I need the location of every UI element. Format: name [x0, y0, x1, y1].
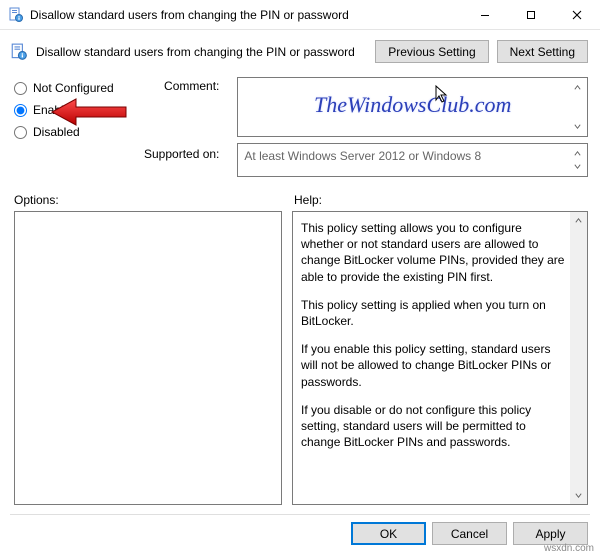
maximize-button[interactable] — [508, 0, 554, 30]
next-setting-button[interactable]: Next Setting — [497, 40, 588, 63]
policy-title: Disallow standard users from changing th… — [36, 45, 367, 59]
supported-label: Supported on: — [144, 147, 219, 181]
radio-enabled-input[interactable] — [14, 104, 27, 117]
supported-value: At least Windows Server 2012 or Windows … — [244, 149, 481, 163]
options-help-labels: Options: Help: — [0, 183, 600, 211]
state-radios: Not Configured Enabled Disabled — [14, 77, 126, 181]
help-label: Help: — [294, 193, 322, 207]
radio-enabled[interactable]: Enabled — [14, 103, 126, 117]
close-button[interactable] — [554, 0, 600, 30]
field-labels: Comment: Supported on: — [144, 77, 219, 181]
radio-not-configured-input[interactable] — [14, 82, 27, 95]
scroll-down-icon[interactable] — [570, 119, 585, 134]
help-paragraph: This policy setting allows you to config… — [301, 220, 565, 285]
radio-disabled-input[interactable] — [14, 126, 27, 139]
apply-button[interactable]: Apply — [513, 522, 588, 545]
help-paragraph: This policy setting is applied when you … — [301, 297, 565, 329]
cancel-button[interactable]: Cancel — [432, 522, 507, 545]
help-paragraph: If you disable or do not configure this … — [301, 402, 565, 451]
options-label: Options: — [14, 193, 294, 207]
radio-not-configured[interactable]: Not Configured — [14, 81, 126, 95]
supported-textbox: At least Windows Server 2012 or Windows … — [237, 143, 588, 177]
options-panel — [14, 211, 282, 505]
scroll-down-icon[interactable] — [570, 487, 587, 504]
config-area: Not Configured Enabled Disabled Comment:… — [0, 73, 600, 183]
window-title: Disallow standard users from changing th… — [30, 8, 462, 22]
help-scrollbar[interactable] — [570, 212, 587, 504]
help-panel: This policy setting allows you to config… — [292, 211, 588, 505]
dialog-footer: OK Cancel Apply — [0, 513, 600, 553]
policy-file-icon — [8, 7, 24, 23]
cursor-icon — [434, 84, 450, 107]
ok-button[interactable]: OK — [351, 522, 426, 545]
radio-enabled-label: Enabled — [33, 103, 77, 117]
options-help-row: This policy setting allows you to config… — [0, 211, 600, 505]
scroll-down-icon[interactable] — [570, 159, 585, 174]
field-inputs: TheWindowsClub.com At least Windows Serv… — [237, 77, 588, 181]
policy-icon — [10, 43, 28, 61]
radio-disabled-label: Disabled — [33, 125, 80, 139]
title-bar: Disallow standard users from changing th… — [0, 0, 600, 30]
scroll-up-icon[interactable] — [570, 80, 585, 95]
help-paragraph: If you enable this policy setting, stand… — [301, 341, 565, 390]
minimize-button[interactable] — [462, 0, 508, 30]
source-caption: wsxdn.com — [544, 543, 594, 554]
scroll-up-icon[interactable] — [570, 212, 587, 229]
comment-label: Comment: — [164, 79, 219, 139]
radio-not-configured-label: Not Configured — [33, 81, 114, 95]
scroll-track[interactable] — [570, 229, 587, 487]
watermark-text: TheWindowsClub.com — [314, 92, 511, 118]
comment-textbox[interactable]: TheWindowsClub.com — [237, 77, 588, 137]
policy-header: Disallow standard users from changing th… — [0, 30, 600, 73]
previous-setting-button[interactable]: Previous Setting — [375, 40, 488, 63]
radio-disabled[interactable]: Disabled — [14, 125, 126, 139]
